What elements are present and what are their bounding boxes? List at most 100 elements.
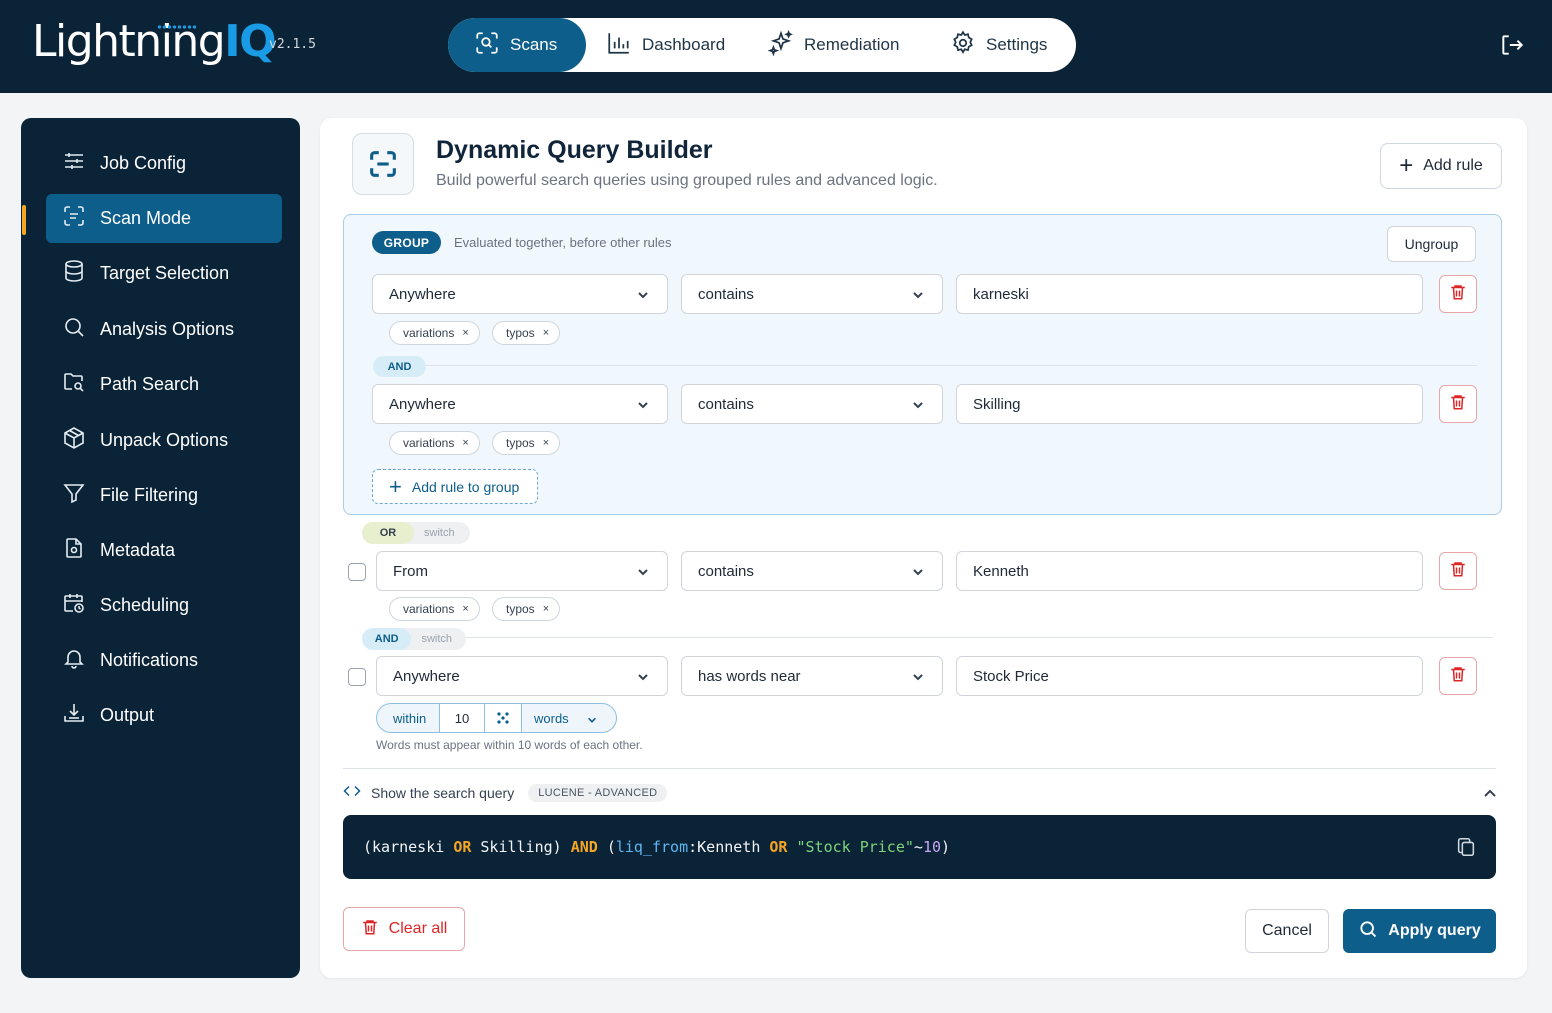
grid-dots-icon[interactable] bbox=[485, 703, 522, 733]
close-icon[interactable]: × bbox=[543, 603, 549, 615]
sidebar-item-notifications[interactable]: Notifications bbox=[46, 636, 282, 685]
rule-2-delete-button[interactable] bbox=[1439, 385, 1477, 423]
chip-label: typos bbox=[506, 602, 535, 616]
add-rule-to-group-button[interactable]: + Add rule to group bbox=[372, 469, 538, 504]
divider bbox=[466, 637, 1493, 638]
apply-query-button[interactable]: Apply query bbox=[1343, 909, 1496, 953]
query-token: AND bbox=[570, 838, 598, 856]
query-token: ) bbox=[941, 838, 951, 856]
bell-icon bbox=[62, 646, 86, 675]
rule-4-checkbox[interactable] bbox=[348, 668, 366, 686]
nav-tab-label: Remediation bbox=[804, 35, 900, 54]
add-rule-button[interactable]: + Add rule bbox=[1380, 143, 1502, 189]
cancel-button[interactable]: Cancel bbox=[1245, 909, 1329, 953]
select-value: Anywhere bbox=[389, 285, 456, 303]
logo-dots bbox=[157, 25, 197, 29]
rule-4-field-select[interactable]: Anywhere bbox=[376, 656, 668, 696]
query-token: OR bbox=[453, 838, 472, 856]
query-text: (karneski OR Skilling) AND (liq_from:Ken… bbox=[363, 838, 950, 856]
rule-1-field-select[interactable]: Anywhere bbox=[372, 274, 668, 314]
calendar-clock-icon bbox=[62, 591, 86, 620]
select-value: From bbox=[393, 562, 428, 580]
sidebar-item-analysis-options[interactable]: Analysis Options bbox=[46, 305, 282, 354]
join-toggle-or[interactable]: OR switch bbox=[362, 522, 470, 544]
rule-2-field-select[interactable]: Anywhere bbox=[372, 384, 668, 424]
ungroup-button[interactable]: Ungroup bbox=[1387, 226, 1476, 262]
sidebar-item-output[interactable]: Output bbox=[46, 691, 282, 740]
sidebar-item-file-filtering[interactable]: File Filtering bbox=[46, 471, 282, 520]
page-title: Dynamic Query Builder bbox=[436, 136, 713, 164]
rule-1-operator-select[interactable]: contains bbox=[681, 274, 943, 314]
sidebar-item-label: Metadata bbox=[100, 540, 176, 560]
chevron-down-icon bbox=[637, 288, 649, 300]
logout-icon[interactable] bbox=[1499, 32, 1525, 58]
filter-icon bbox=[62, 481, 86, 510]
sidebar-item-metadata[interactable]: Metadata bbox=[46, 526, 282, 575]
sidebar-item-scan-mode[interactable]: Scan Mode bbox=[46, 194, 282, 243]
rule-2-value-input[interactable]: Skilling bbox=[956, 384, 1423, 424]
chip-variations[interactable]: variations × bbox=[389, 321, 480, 345]
rule-4-operator-select[interactable]: has words near bbox=[681, 656, 943, 696]
select-value: contains bbox=[698, 395, 754, 413]
chip-label: typos bbox=[506, 436, 535, 450]
chip-typos[interactable]: typos × bbox=[492, 597, 561, 621]
close-icon[interactable]: × bbox=[543, 327, 549, 339]
sliders-icon bbox=[62, 149, 86, 178]
nav-tab-label: Scans bbox=[510, 35, 558, 54]
chip-variations[interactable]: variations × bbox=[389, 597, 480, 621]
sidebar-item-unpack-options[interactable]: Unpack Options bbox=[46, 416, 282, 465]
sidebar-item-path-search[interactable]: Path Search bbox=[46, 360, 282, 409]
sidebar-item-job-config[interactable]: Job Config bbox=[46, 139, 282, 188]
rule-3-checkbox[interactable] bbox=[348, 563, 366, 581]
app-logo[interactable]: LightningIQ bbox=[32, 16, 277, 67]
top-nav: Scans Dashboard Remediation Settings bbox=[448, 18, 1076, 72]
sidebar-item-scheduling[interactable]: Scheduling bbox=[46, 581, 282, 630]
rule-3-field-select[interactable]: From bbox=[376, 551, 668, 591]
rule-3-operator-select[interactable]: contains bbox=[681, 551, 943, 591]
chip-typos[interactable]: typos × bbox=[492, 321, 561, 345]
proximity-distance-input[interactable]: 10 bbox=[439, 703, 485, 733]
show-query-toggle[interactable]: Show the search query LUCENE - ADVANCED bbox=[343, 782, 668, 803]
nav-tab-label: Settings bbox=[986, 35, 1048, 54]
nav-tab-settings[interactable]: Settings bbox=[950, 18, 1047, 72]
query-preview: (karneski OR Skilling) AND (liq_from:Ken… bbox=[343, 815, 1496, 879]
join-switch[interactable]: switch bbox=[414, 527, 469, 539]
button-label: Add rule to group bbox=[411, 478, 520, 495]
code-brackets-icon bbox=[343, 782, 361, 803]
join-op-active: OR bbox=[362, 522, 414, 544]
rule-4-delete-button[interactable] bbox=[1439, 657, 1477, 695]
sidebar-item-target-selection[interactable]: Target Selection bbox=[46, 249, 282, 298]
copy-icon[interactable] bbox=[1455, 836, 1477, 858]
close-icon[interactable]: × bbox=[462, 327, 468, 339]
chevron-down-icon[interactable] bbox=[587, 713, 597, 723]
query-token: ~ bbox=[913, 838, 923, 856]
trash-icon bbox=[1449, 665, 1467, 688]
nav-tab-scans[interactable]: Scans bbox=[448, 18, 587, 72]
group-badge: GROUP bbox=[372, 231, 441, 254]
query-token: 10 bbox=[922, 838, 941, 856]
rule-3-value-input[interactable]: Kenneth bbox=[956, 551, 1423, 591]
clear-all-button[interactable]: Clear all bbox=[343, 907, 465, 951]
folder-search-icon bbox=[62, 370, 86, 399]
chevron-down-icon bbox=[912, 288, 924, 300]
rule-4-value-input[interactable]: Stock Price bbox=[956, 656, 1423, 696]
close-icon[interactable]: × bbox=[462, 437, 468, 449]
chip-label: variations bbox=[403, 326, 455, 340]
chip-typos[interactable]: typos × bbox=[492, 431, 561, 455]
join-toggle-and[interactable]: AND switch bbox=[362, 628, 466, 650]
gear-icon bbox=[950, 30, 976, 61]
rule-2-operator-select[interactable]: contains bbox=[681, 384, 943, 424]
close-icon[interactable]: × bbox=[543, 437, 549, 449]
rule-1-delete-button[interactable] bbox=[1439, 275, 1477, 313]
group-join-and[interactable]: AND bbox=[373, 356, 426, 377]
chevron-down-icon bbox=[912, 398, 924, 410]
join-switch[interactable]: switch bbox=[411, 633, 466, 645]
nav-tab-dashboard[interactable]: Dashboard bbox=[606, 18, 725, 72]
rule-3-delete-button[interactable] bbox=[1439, 552, 1477, 590]
nav-tab-remediation[interactable]: Remediation bbox=[767, 18, 900, 72]
rule-1-value-input[interactable]: karneski bbox=[956, 274, 1423, 314]
chip-variations[interactable]: variations × bbox=[389, 431, 480, 455]
chevron-up-icon[interactable] bbox=[1483, 787, 1497, 801]
close-icon[interactable]: × bbox=[462, 603, 468, 615]
proximity-unit-select[interactable]: words bbox=[534, 711, 569, 726]
